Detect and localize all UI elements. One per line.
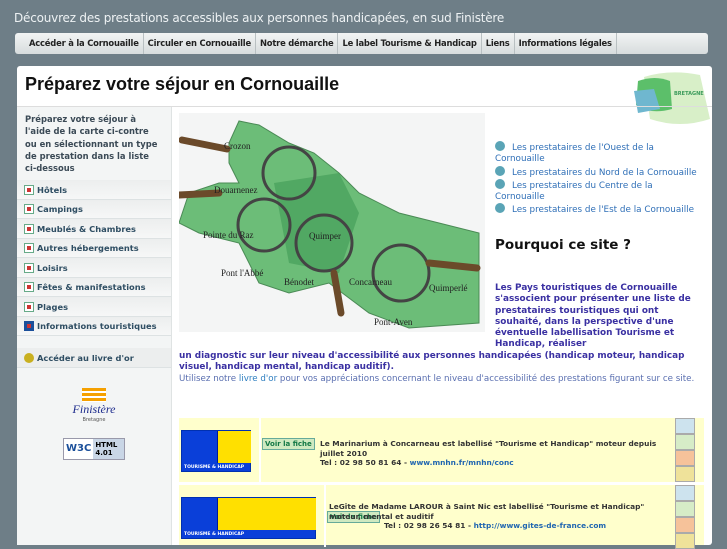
logo-text: TOURISME & HANDICAP: [184, 532, 245, 537]
sidebar-item-lodging[interactable]: Autres hébergements: [17, 238, 171, 259]
festival-icon: [24, 282, 34, 293]
handicap-icons-strip: [217, 498, 316, 530]
finistere-logo[interactable]: Finistère Bretagne: [68, 387, 120, 424]
visual-icon: [675, 533, 695, 549]
sidebar-item-label: Loisirs: [37, 262, 68, 273]
listing-tel: Tel : 02 98 50 81 64 -: [320, 458, 410, 467]
map-label-pont-labbe: Pont l'Abbé: [221, 268, 263, 278]
sidebar-item-furnished[interactable]: Meublés & Chambres: [17, 219, 171, 239]
listing-text: LeGîte de Madame LAROUR à Saint Nic est …: [329, 502, 669, 531]
map-label-quimper: Quimper: [309, 231, 341, 241]
mental-icon: [675, 434, 695, 450]
sidebar-item-label: Hôtels: [37, 184, 68, 195]
motor-icon: [675, 485, 695, 501]
w3c-html-badge[interactable]: W3C HTML 4.01: [63, 437, 125, 460]
mental-icon: [675, 501, 695, 517]
smiley-icon: [24, 352, 34, 363]
beach-icon: [24, 301, 34, 312]
guestbook-inline-link[interactable]: livre d'or: [239, 374, 277, 384]
camping-icon: [24, 204, 34, 215]
html-version: HTML 4.01: [93, 438, 124, 459]
listing-url[interactable]: www.mnhn.fr/mnhn/conc: [410, 458, 514, 467]
why-heading: Pourquoi ce site ?: [495, 237, 631, 253]
bullet-icon: [495, 203, 505, 214]
motor-icon: [675, 418, 695, 434]
handicap-icons: [675, 418, 695, 482]
bullet-icon: [495, 141, 505, 151]
bullet-icon: [495, 165, 505, 176]
visual-icon: [675, 466, 695, 482]
lodging-icon: [24, 243, 34, 254]
text: Utilisez notre: [179, 374, 239, 384]
main-panel: Préparez votre séjour en Cornouaille BRE…: [17, 66, 712, 549]
guestbook-link[interactable]: Accéder au livre d'or: [17, 348, 171, 368]
hearing-icon: [675, 450, 695, 466]
leisure-icon: [24, 262, 34, 273]
sidebar-item-campings[interactable]: Campings: [17, 199, 171, 220]
sidebar-item-leisure[interactable]: Loisirs: [17, 258, 171, 278]
link-east[interactable]: Les prestataires de l'Est de la Cornouai…: [512, 205, 694, 215]
logo-text: TOURISME & HANDICAP: [184, 465, 245, 470]
main-nav: Accéder à la Cornouaille Circuler en Cor…: [15, 33, 708, 54]
listing-tel: Tel : 02 98 26 54 81 -: [384, 521, 474, 530]
nav-links[interactable]: Liens: [482, 33, 515, 54]
link-center[interactable]: Les prestataires du Centre de la Cornoua…: [495, 181, 653, 202]
map-label-crozon: Crozon: [224, 141, 251, 151]
listing-url[interactable]: http://www.gites-de-france.com: [474, 521, 606, 530]
page-title: Préparez votre séjour en Cornouaille: [25, 74, 340, 94]
map-label-pointe-du-raz: Pointe du Raz: [203, 230, 254, 240]
tourisme-handicap-logo: TOURISME & HANDICAP: [181, 430, 251, 472]
hotel-icon: [24, 184, 34, 195]
why-text: Les Pays touristiques de Cornouaille s'a…: [179, 283, 707, 373]
listing-text: Le Marinarium à Concarneau est labellisé…: [320, 439, 670, 468]
listing-row: TOURISME & HANDICAP Voir la fiche LeGîte…: [179, 483, 704, 549]
listing-desc: Le Marinarium à Concarneau est labellisé…: [320, 439, 657, 458]
sidebar-item-hotels[interactable]: Hôtels: [17, 180, 171, 200]
handicap-icons: [675, 485, 695, 549]
text: pour vos appréciations concernant le niv…: [277, 374, 695, 384]
tourisme-handicap-logo: TOURISME & HANDICAP: [181, 497, 316, 539]
link-north[interactable]: Les prestataires du Nord de la Cornouail…: [512, 168, 697, 178]
sidebar: Préparez votre séjour à l'aide de la car…: [17, 107, 172, 545]
sidebar-intro: Préparez votre séjour à l'aide de la car…: [25, 114, 158, 174]
sidebar-item-label: Autres hébergements: [37, 243, 139, 254]
bretagne-logo: BRETAGNE: [634, 72, 710, 124]
sidebar-item-label: Meublés & Chambres: [37, 223, 136, 234]
sidebar-item-label: Fêtes & manifestations: [37, 282, 146, 293]
finistere-sub: Bretagne: [82, 416, 106, 423]
listing-row: TOURISME & HANDICAP Voir la fiche Le Mar…: [179, 416, 704, 482]
nav-approach[interactable]: Notre démarche: [256, 33, 339, 54]
region-links: Les prestataires de l'Ouest de la Cornou…: [495, 141, 705, 217]
finistere-text: Finistère: [72, 401, 116, 416]
svg-text:BRETAGNE: BRETAGNE: [674, 91, 704, 97]
listing-desc: LeGîte de Madame LAROUR à Saint Nic est …: [329, 502, 645, 521]
guestbook-note: Utilisez notre livre d'or pour vos appré…: [179, 374, 694, 384]
wheelchair-icon: [217, 431, 251, 463]
w3c-text: W3C: [66, 442, 92, 454]
link-west[interactable]: Les prestataires de l'Ouest de la Cornou…: [495, 143, 654, 164]
why-text-part1: Les Pays touristiques de Cornouaille s'a…: [495, 283, 691, 350]
why-text-part2: un diagnostic sur leur niveau d'accessib…: [179, 350, 685, 373]
map-label-douarnenez: Douarnenez: [214, 185, 257, 195]
sidebar-item-festivals[interactable]: Fêtes & manifestations: [17, 277, 171, 298]
sidebar-item-label: Plages: [37, 301, 69, 312]
sidebar-item-label: Informations touristiques: [37, 321, 157, 332]
sidebar-item-beaches[interactable]: Plages: [17, 297, 171, 317]
hearing-icon: [675, 517, 695, 533]
nav-access[interactable]: Accéder à la Cornouaille: [25, 33, 144, 54]
site-tagline: Découvrez des prestations accessibles au…: [14, 11, 505, 25]
sidebar-item-info[interactable]: Informations touristiques: [17, 316, 171, 337]
sidebar-item-label: Campings: [37, 204, 83, 215]
view-sheet-button[interactable]: Voir la fiche: [262, 438, 315, 450]
bullet-icon: [495, 178, 505, 189]
nav-label[interactable]: Le label Tourisme & Handicap: [338, 33, 482, 54]
nav-legal[interactable]: Informations légales: [515, 33, 617, 54]
info-icon: [24, 321, 34, 332]
furnished-icon: [24, 223, 34, 234]
nav-travel[interactable]: Circuler en Cornouaille: [144, 33, 256, 54]
guestbook-label: Accéder au livre d'or: [37, 352, 134, 363]
